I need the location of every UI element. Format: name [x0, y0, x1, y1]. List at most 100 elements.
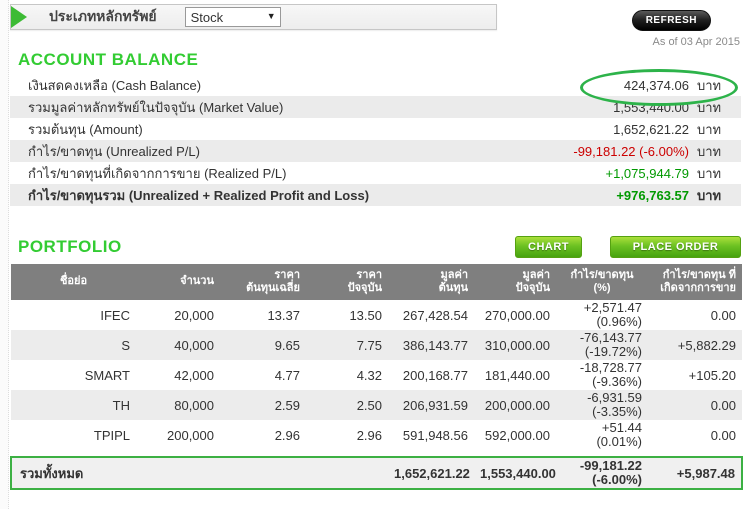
total-cost-value: 1,652,621.22 [388, 456, 474, 490]
as-of-date: As of 03 Apr 2015 [652, 36, 740, 48]
cell-avg-cost: 9.65 [220, 330, 306, 360]
balance-value: 424,374.06 [623, 77, 689, 93]
col-header-line: มูลค่า [522, 268, 550, 281]
cell-current-price: 4.32 [356, 367, 382, 383]
cell-market-value: 270,000.00 [484, 307, 550, 323]
total-realized-pl: +5,987.48 [648, 456, 743, 490]
balance-label: กำไร/ขาดทุน (Unrealized P/L) [28, 143, 200, 159]
col-header-line: ราคา [356, 268, 382, 281]
col-header-pl-pct: กำไร/ขาดทุน (%) [556, 264, 648, 300]
table-row-tpipl[interactable]: TPIPL 200,000 2.96 2.96 591,948.56 592,0… [11, 420, 742, 450]
cell-avg-cost: 2.59 [220, 390, 306, 420]
cell-quantity: 40,000 [136, 330, 220, 360]
cell-quantity: 42,000 [174, 367, 214, 383]
cell-avg-cost: 4.77 [274, 367, 300, 383]
cell-quantity: 80,000 [136, 390, 220, 420]
refresh-button[interactable]: REFRESH [631, 10, 711, 31]
cell-market-value: 181,440.00 [484, 367, 550, 383]
cell-realized-pl: +5,882.29 [648, 330, 742, 360]
currency-unit: บาท [697, 99, 722, 115]
cell-quantity: 200,000 [167, 427, 214, 443]
cell-cost-value: 200,168.77 [402, 367, 468, 383]
pl-amount: -6,931.59 [587, 390, 642, 405]
cell-symbol: TH [11, 390, 136, 420]
balance-value: +1,075,944.79 [605, 165, 690, 181]
col-header-line: มูลค่า [440, 268, 468, 281]
col-header-line: ปัจจุบัน [347, 282, 382, 294]
col-header-line: ต้นทุนเฉลี่ย [246, 282, 300, 294]
cell-symbol: IFEC [100, 307, 130, 323]
balance-value: -99,181.22 (-6.00%) [573, 143, 689, 159]
total-pl-pct: -99,181.22 (-6.00%) [556, 456, 648, 490]
col-header-line: กำไร/ขาดทุน (%) [570, 268, 634, 294]
cell-avg-cost: 2.96 [274, 427, 300, 443]
green-arrow-icon [11, 6, 27, 28]
cell-current-price: 13.50 [349, 307, 382, 323]
cell-current-price: 2.50 [306, 390, 388, 420]
cell-realized-pl: 0.00 [648, 390, 742, 420]
cell-market-value: 200,000.00 [474, 390, 556, 420]
col-header-line: กำไร/ขาดทุน ที่ [662, 268, 736, 281]
currency-unit: บาท [697, 77, 722, 93]
security-type-select-wrap: Stock ▼ [184, 7, 281, 27]
currency-unit: บาท [697, 187, 722, 203]
total-label: รวมทั้งหมด [10, 456, 220, 490]
pl-percent: (-9.36%) [592, 374, 642, 389]
col-header-line: เกิดจากการขาย [660, 282, 736, 294]
col-header-symbol: ชื่อย่อ [11, 264, 136, 300]
pl-percent: (0.96%) [596, 314, 642, 329]
cell-quantity: 20,000 [174, 307, 214, 323]
balance-label: รวมมูลค่าหลักทรัพย์ในปัจจุบัน (Market Va… [28, 99, 284, 115]
place-order-button[interactable]: PLACE ORDER [610, 236, 741, 258]
table-row-s[interactable]: S 40,000 9.65 7.75 386,143.77 310,000.00… [11, 330, 742, 360]
balance-row-amount: รวมต้นทุน (Amount) 1,652,621.22 บาท [10, 118, 741, 140]
balance-row-realized-pl: กำไร/ขาดทุนที่เกิดจากการขาย (Realized P/… [10, 162, 741, 184]
security-type-bar: ประเภทหลักทรัพย์ Stock ▼ [10, 4, 497, 30]
balance-label: กำไร/ขาดทุนรวม (Unrealized + Realized Pr… [28, 187, 370, 203]
cell-pl-pct: -18,728.77 (-9.36%) [556, 360, 648, 390]
cell-symbol: SMART [84, 367, 130, 383]
table-row-ifec[interactable]: IFEC 20,000 13.37 13.50 267,428.54 270,0… [11, 300, 742, 330]
cell-pl-pct: +2,571.47 (0.96%) [556, 300, 648, 330]
spacer-row [11, 450, 742, 457]
currency-unit: บาท [697, 143, 722, 159]
table-row-smart[interactable]: SMART 42,000 4.77 4.32 200,168.77 181,44… [11, 360, 742, 390]
cell-cost-value: 591,948.56 [402, 427, 468, 443]
balance-row-total-pl: กำไร/ขาดทุนรวม (Unrealized + Realized Pr… [10, 184, 741, 206]
cell-current-price: 7.75 [306, 330, 388, 360]
pl-percent: (0.01%) [596, 434, 642, 449]
total-row: รวมทั้งหมด 1,652,621.22 1,553,440.00 -99… [10, 456, 743, 490]
cell-pl-pct: -6,931.59 (-3.35%) [556, 390, 648, 420]
balance-value: +976,763.57 [616, 187, 689, 203]
balance-row-cash: เงินสดคงเหลือ (Cash Balance) 424,374.06 … [10, 69, 741, 106]
balance-label: กำไร/ขาดทุนที่เกิดจากการขาย (Realized P/… [28, 165, 287, 181]
col-header-realized-pl: กำไร/ขาดทุน ที่ เกิดจากการขาย [648, 264, 742, 300]
cell-market-value: 310,000.00 [474, 330, 556, 360]
balance-value: 1,553,440.00 [613, 99, 689, 115]
col-header-cost-value: มูลค่า ต้นทุน [388, 264, 474, 300]
col-header-line: ต้นทุน [438, 282, 468, 294]
security-type-label: ประเภทหลักทรัพย์ [49, 8, 157, 24]
currency-unit: บาท [697, 165, 722, 181]
col-header-line: ชื่อย่อ [59, 275, 88, 288]
table-row-th[interactable]: TH 80,000 2.59 2.50 206,931.59 200,000.0… [11, 390, 742, 420]
cell-cost-value: 386,143.77 [388, 330, 474, 360]
balance-row-unrealized-pl: กำไร/ขาดทุน (Unrealized P/L) -99,181.22 … [10, 140, 741, 162]
portfolio-table: ชื่อย่อ จำนวน ราคา ต้นทุนเฉลี่ย ราคา ปัจจุ… [10, 264, 743, 490]
balance-label: รวมต้นทุน (Amount) [28, 121, 143, 137]
col-header-current-price: ราคา ปัจจุบัน [306, 264, 388, 300]
col-header-line: จำนวน [180, 275, 214, 288]
balance-row-market-value: รวมมูลค่าหลักทรัพย์ในปัจจุบัน (Market Va… [10, 96, 741, 118]
security-type-select[interactable]: Stock [184, 7, 281, 27]
pl-amount: -76,143.77 [579, 330, 642, 345]
cell-cost-value: 267,428.54 [402, 307, 468, 323]
pl-amount: +51.44 [601, 420, 642, 435]
cell-avg-cost: 13.37 [267, 307, 300, 323]
col-header-avg-cost: ราคา ต้นทุนเฉลี่ย [220, 264, 306, 300]
pl-percent: (-6.00%) [592, 472, 642, 487]
page-left-edge [0, 0, 9, 509]
pl-amount: -18,728.77 [579, 360, 642, 375]
account-balance-title: ACCOUNT BALANCE [18, 50, 199, 69]
cell-symbol: TPIPL [93, 427, 130, 443]
chart-button[interactable]: CHART [515, 236, 582, 258]
